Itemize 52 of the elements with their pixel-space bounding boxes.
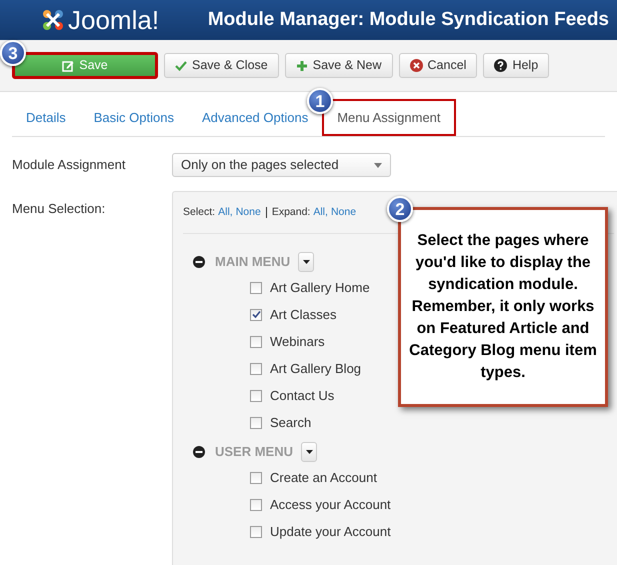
caret-icon: [306, 450, 313, 454]
toolbar-button[interactable]: Save & New: [284, 53, 393, 78]
toolbar-button[interactable]: Help: [483, 53, 550, 78]
logo-text: Joomla!: [68, 7, 160, 33]
select-all-link[interactable]: All,: [218, 204, 233, 220]
check-icon: [175, 60, 187, 72]
caret-icon: [302, 260, 310, 264]
checkbox[interactable]: [250, 390, 262, 402]
page-title: Module Manager: Module Syndication Feeds: [208, 8, 609, 32]
menu-item-label: Update your Account: [270, 522, 391, 541]
help-icon: [494, 59, 508, 72]
expand-all-link[interactable]: All,: [313, 204, 328, 220]
menu-item-label: Webinars: [270, 332, 325, 351]
checkbox[interactable]: [250, 362, 262, 374]
checkbox[interactable]: [250, 282, 262, 294]
menu-group-title: MAIN MENU: [215, 253, 290, 272]
collapse-icon[interactable]: [193, 446, 205, 458]
checkbox[interactable]: [250, 472, 262, 484]
collapse-icon[interactable]: [193, 256, 205, 268]
caret-icon: [374, 162, 382, 168]
checkbox[interactable]: [250, 498, 262, 510]
menu-item-label: Search: [270, 414, 312, 432]
menu-item-label: Art Classes: [270, 306, 336, 324]
checkbox[interactable]: [250, 526, 262, 538]
select-none-link[interactable]: None: [236, 204, 261, 220]
menu-item-label: Art Gallery Home: [270, 278, 370, 297]
expand-none-link[interactable]: None: [330, 204, 356, 220]
number-badge: 1: [307, 88, 333, 114]
logo-icon: [40, 7, 66, 33]
menu-item-label: Create an Account: [270, 468, 377, 487]
checkbox[interactable]: [250, 308, 262, 320]
close-icon: [410, 59, 423, 72]
edit-icon: [62, 60, 74, 72]
callout-text: Select the pages where you'd like to display the syndication module. Remember, it only works on Featured Article and Category Blog menu item types.: [408, 231, 598, 383]
select-label: Select:: [183, 204, 216, 220]
tab[interactable]: Basic Options: [80, 99, 188, 136]
dropdown-toggle[interactable]: [298, 252, 314, 272]
menu-item-label: Art Gallery Blog: [270, 360, 362, 378]
assignment-dropdown[interactable]: Only on the pages selected: [172, 153, 391, 177]
checkbox[interactable]: [250, 336, 262, 348]
checkbox[interactable]: [250, 416, 262, 428]
menu-item-label: Access your Account: [270, 496, 391, 514]
toolbar-button[interactable]: Save & Close: [164, 53, 279, 78]
field-label: Module Assignment: [12, 156, 126, 174]
expand-label: Expand:: [272, 204, 310, 220]
menu-item-label: Contact Us: [270, 386, 334, 405]
menu-group-title: USER MENU: [215, 443, 294, 462]
tab[interactable]: Details: [12, 99, 80, 136]
dropdown-toggle[interactable]: [301, 442, 318, 462]
field-label: Menu Selection:: [12, 200, 106, 218]
toolbar-button[interactable]: Cancel: [398, 53, 478, 78]
plus-icon: [296, 60, 308, 72]
